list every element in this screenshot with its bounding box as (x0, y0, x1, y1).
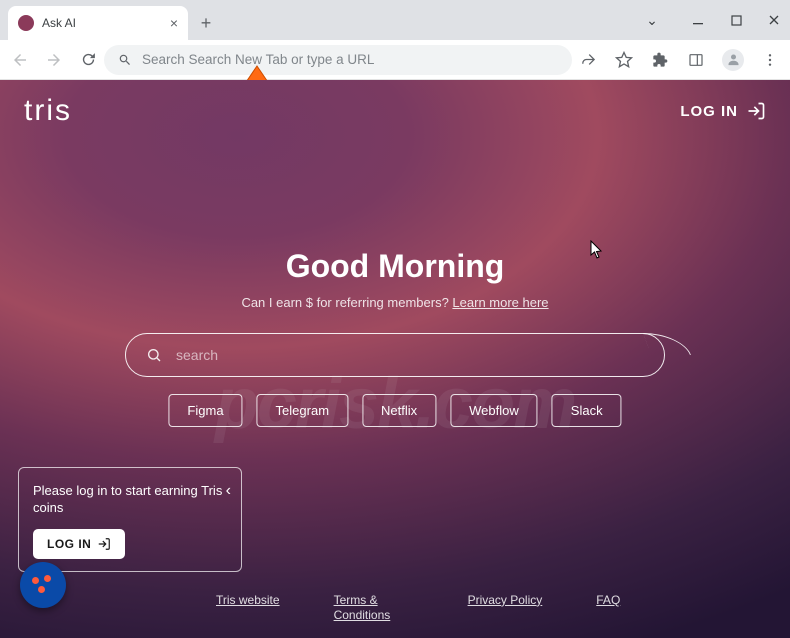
tab-favicon (18, 15, 34, 31)
shortcut-slack[interactable]: Slack (552, 394, 622, 427)
login-button-label: LOG IN (680, 103, 738, 120)
page-search-input[interactable] (176, 347, 644, 363)
share-icon[interactable] (578, 50, 598, 70)
footer-link-privacy[interactable]: Privacy Policy (468, 593, 543, 624)
nav-forward-icon (44, 50, 64, 70)
footer-link-website[interactable]: Tris website (216, 593, 280, 624)
nav-reload-icon[interactable] (78, 50, 98, 70)
shortcut-telegram[interactable]: Telegram (257, 394, 348, 427)
window-controls: ⌄ (642, 0, 784, 40)
login-button[interactable]: LOG IN (680, 101, 766, 121)
page-content: tris LOG IN Good Morning Can I earn $ fo… (0, 80, 790, 638)
greeting-heading: Good Morning (75, 248, 715, 285)
search-icon (146, 347, 162, 363)
chevron-down-icon[interactable]: ⌄ (642, 12, 662, 29)
profile-avatar-icon[interactable] (722, 49, 744, 71)
browser-toolbar: Search Search New Tab or type a URL (0, 40, 790, 80)
window-maximize-icon[interactable] (726, 15, 746, 26)
login-promo-card: ‹ Please log in to start earning Tris co… (18, 467, 242, 572)
kebab-menu-icon[interactable] (760, 50, 780, 70)
card-login-button[interactable]: LOG IN (33, 529, 125, 559)
greeting-subline: Can I earn $ for referring members? Lear… (75, 295, 715, 310)
assist-bubble-icon (30, 575, 56, 595)
address-bar[interactable]: Search Search New Tab or type a URL (104, 45, 572, 75)
card-collapse-icon[interactable]: ‹ (226, 482, 231, 500)
shortcut-row: Figma Telegram Netflix Webflow Slack (168, 394, 621, 427)
card-text: Please log in to start earning Tris coin… (33, 482, 227, 517)
search-icon (118, 53, 132, 67)
page-search-bar[interactable] (125, 333, 665, 377)
window-close-icon[interactable] (764, 14, 784, 26)
login-icon (746, 101, 766, 121)
nav-back-icon (10, 50, 30, 70)
browser-tabstrip: Ask AI × + ⌄ (0, 0, 790, 40)
tab-title: Ask AI (42, 16, 76, 30)
window-minimize-icon[interactable] (688, 14, 708, 26)
tab-close-icon[interactable]: × (170, 15, 178, 31)
learn-more-link[interactable]: Learn more here (452, 295, 548, 310)
extensions-icon[interactable] (650, 50, 670, 70)
footer-links: Tris website Terms & Conditions Privacy … (216, 593, 620, 624)
login-icon (97, 537, 111, 551)
brand-logo: tris (24, 94, 72, 128)
shortcut-webflow[interactable]: Webflow (450, 394, 538, 427)
browser-tab-active[interactable]: Ask AI × (8, 6, 188, 40)
shortcut-netflix[interactable]: Netflix (362, 394, 436, 427)
footer-link-faq[interactable]: FAQ (596, 593, 620, 624)
shortcut-figma[interactable]: Figma (168, 394, 242, 427)
bookmark-star-icon[interactable] (614, 50, 634, 70)
footer-link-terms[interactable]: Terms & Conditions (334, 593, 414, 624)
sidepanel-icon[interactable] (686, 50, 706, 70)
address-bar-placeholder: Search Search New Tab or type a URL (142, 52, 374, 67)
assist-bubble-button[interactable] (20, 562, 66, 608)
new-tab-button[interactable]: + (192, 9, 220, 37)
